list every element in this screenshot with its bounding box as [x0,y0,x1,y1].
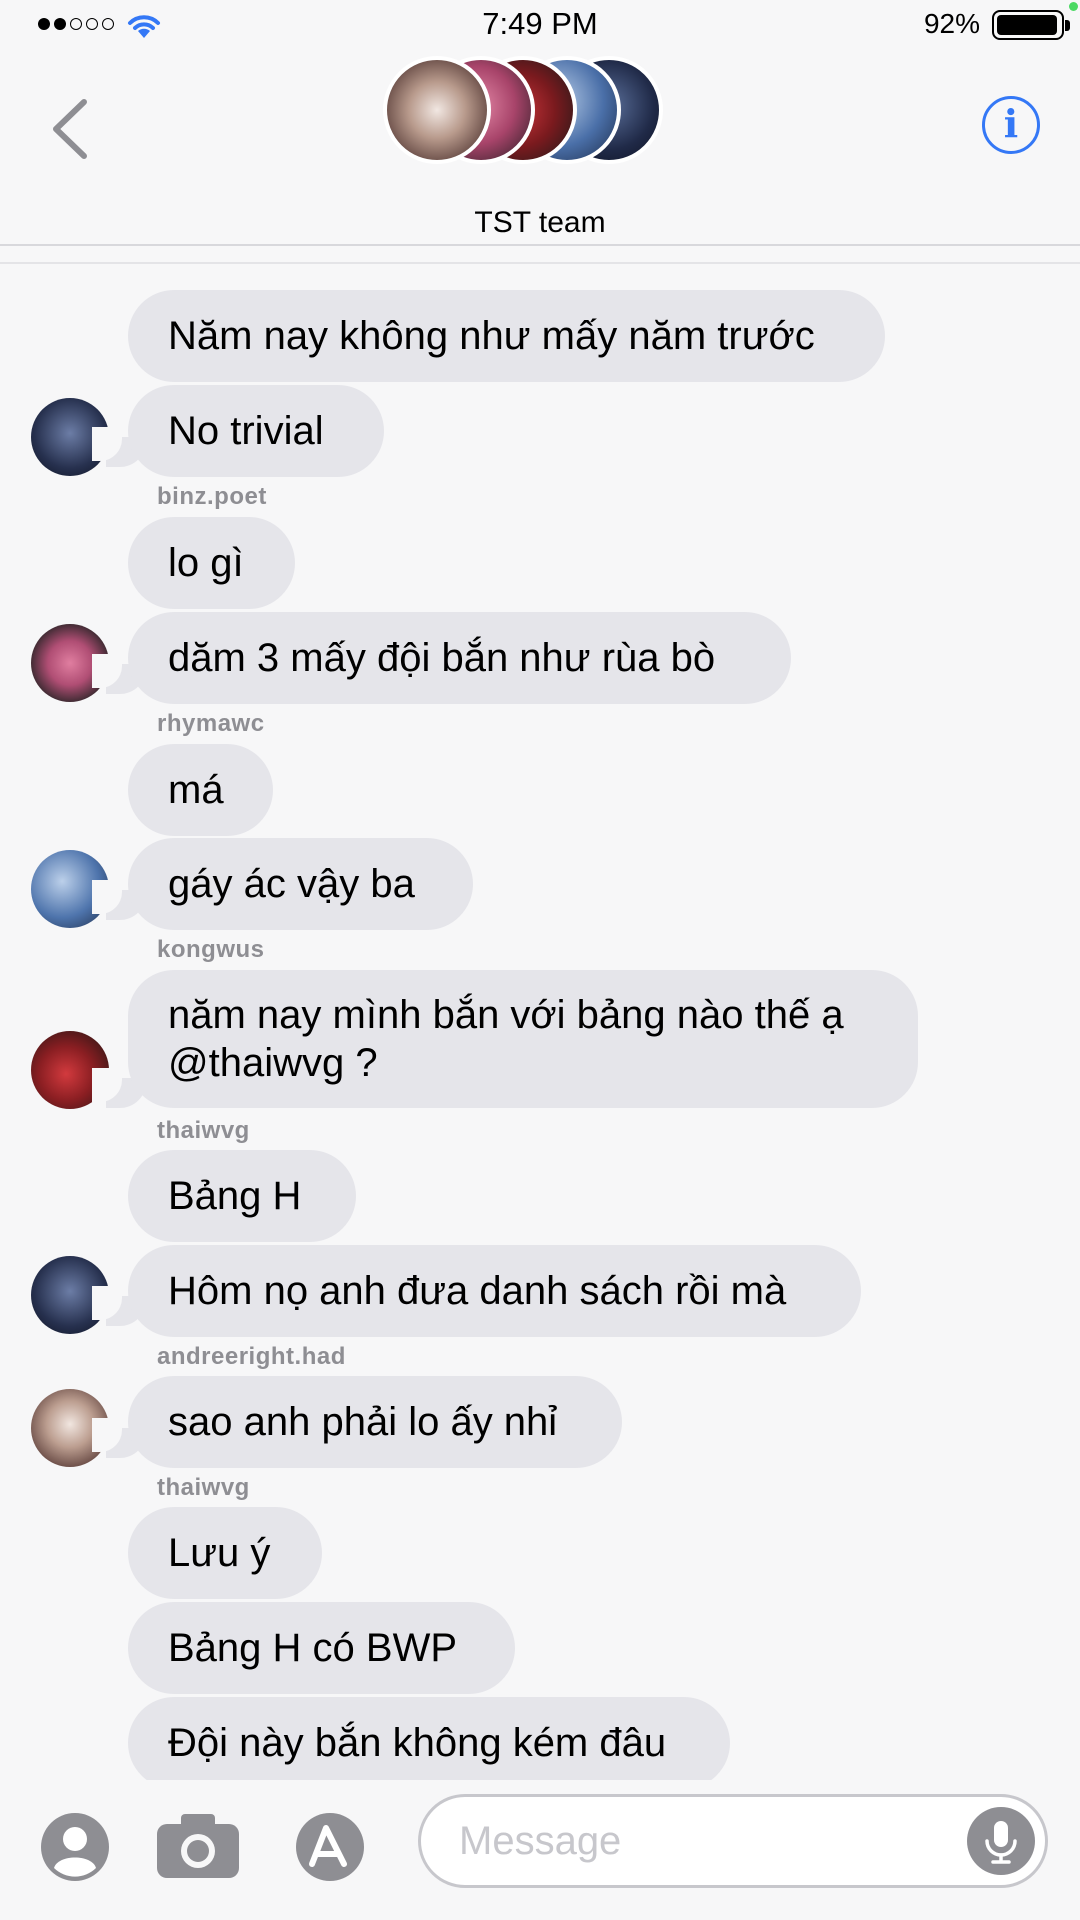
sender-name: thaiwvg [157,1117,250,1144]
message-input[interactable]: Message [418,1794,1048,1888]
back-chevron-icon[interactable] [46,94,96,164]
message-bubble[interactable]: Hôm nọ anh đưa danh sách rồi mà [128,1245,861,1337]
message-bubble[interactable]: Bảng H có BWP [128,1602,515,1694]
charging-indicator [1069,2,1078,11]
avatar [383,56,491,164]
group-avatar-stack[interactable] [383,56,663,168]
message-bubble[interactable]: sao anh phải lo ấy nhỉ [128,1376,622,1468]
message-bubble[interactable]: năm nay mình bắn với bảng nào thế ạ @tha… [128,970,918,1108]
message-bubble[interactable]: dăm 3 mấy đội bắn như rùa bò [128,612,791,704]
message-bubble[interactable]: Đội này bắn không kém đâu [128,1697,730,1789]
divider [0,262,1080,264]
message-bubble[interactable]: Bảng H [128,1150,356,1242]
message-bubble[interactable]: Năm nay không như mấy năm trước [128,290,885,382]
message-bubble[interactable]: Lưu ý [128,1507,322,1599]
sender-name: binz.poet [157,483,267,510]
message-bubble[interactable]: No trivial [128,385,384,477]
sender-name: thaiwvg [157,1474,250,1501]
conversation-header: i TST team [0,50,1080,250]
battery-icon [992,10,1070,40]
status-time: 7:49 PM [482,6,598,41]
contact-icon[interactable] [40,1812,110,1882]
mic-icon[interactable] [967,1807,1035,1875]
sender-name: kongwus [157,936,265,963]
sender-name: rhymawc [157,710,265,737]
message-bubble[interactable]: gáy ác vậy ba [128,838,473,930]
divider [0,244,1080,246]
group-name[interactable]: TST team [0,206,1080,240]
message-bubble[interactable]: má [128,744,273,836]
message-bubble[interactable]: lo gì [128,517,295,609]
battery-percent: 92% [923,8,980,39]
status-bar: 7:49 PM 92% [0,0,1080,50]
app-store-icon[interactable] [290,1812,378,1882]
camera-icon[interactable] [155,1810,241,1880]
message-placeholder: Message [459,1819,622,1863]
info-icon[interactable]: i [982,96,1040,154]
sender-name: andreeright.had [157,1343,346,1370]
composer-bar: Message [0,1780,1080,1920]
